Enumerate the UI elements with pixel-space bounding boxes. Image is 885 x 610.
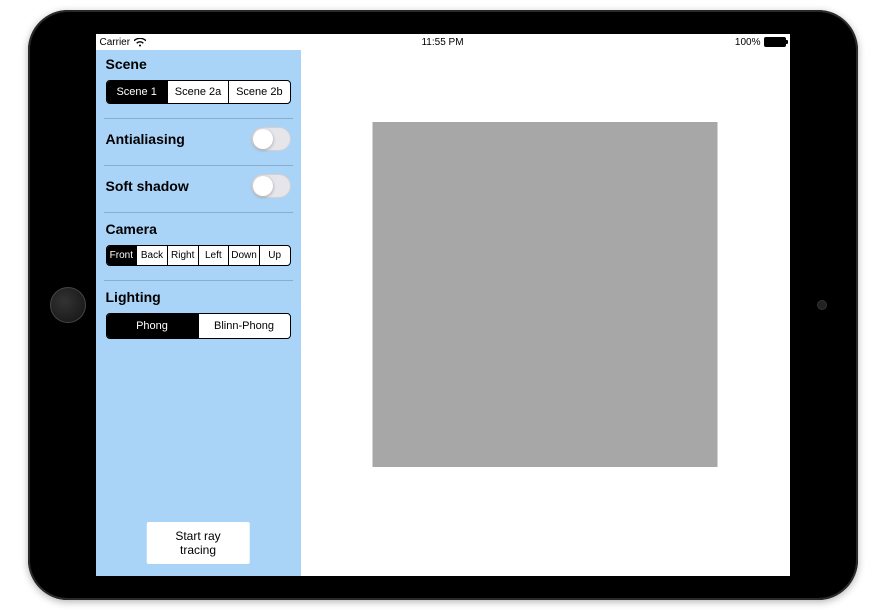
antialiasing-label: Antialiasing	[106, 131, 185, 147]
camera-down[interactable]: Down	[229, 246, 260, 265]
clock-label: 11:55 PM	[421, 37, 463, 48]
carrier-label: Carrier	[100, 37, 131, 48]
camera-title: Camera	[106, 221, 291, 237]
ipad-frame: Carrier 11:55 PM 100% Scene Scene 1	[28, 10, 858, 600]
toggle-knob-icon	[253, 129, 273, 149]
lighting-blinn-phong[interactable]: Blinn-Phong	[199, 314, 290, 338]
divider	[104, 280, 293, 281]
camera-left[interactable]: Left	[199, 246, 230, 265]
home-button-icon[interactable]	[50, 287, 86, 323]
render-output-placeholder	[373, 122, 718, 467]
lighting-segmented[interactable]: Phong Blinn-Phong	[106, 313, 291, 339]
wifi-icon	[134, 38, 146, 47]
scene-option-2a[interactable]: Scene 2a	[168, 81, 229, 103]
battery-icon	[764, 37, 786, 47]
scene-option-2b[interactable]: Scene 2b	[229, 81, 289, 103]
status-left: Carrier	[100, 37, 147, 48]
toggle-knob-icon	[253, 176, 273, 196]
canvas-area	[301, 50, 790, 576]
start-ray-tracing-button[interactable]: Start ray tracing	[147, 522, 250, 564]
scene-segmented[interactable]: Scene 1 Scene 2a Scene 2b	[106, 80, 291, 104]
app-root: Scene Scene 1 Scene 2a Scene 2b Antialia…	[96, 50, 790, 576]
camera-right[interactable]: Right	[168, 246, 199, 265]
camera-section: Camera Front Back Right Left Down Up	[106, 221, 291, 266]
camera-up[interactable]: Up	[260, 246, 290, 265]
camera-back[interactable]: Back	[137, 246, 168, 265]
soft-shadow-toggle[interactable]	[251, 174, 291, 198]
camera-segmented[interactable]: Front Back Right Left Down Up	[106, 245, 291, 266]
device-screen: Carrier 11:55 PM 100% Scene Scene 1	[96, 34, 790, 576]
battery-percent-label: 100%	[735, 37, 761, 48]
camera-front[interactable]: Front	[107, 246, 138, 265]
soft-shadow-label: Soft shadow	[106, 178, 189, 194]
antialiasing-toggle[interactable]	[251, 127, 291, 151]
front-camera-icon	[818, 301, 826, 309]
lighting-phong[interactable]: Phong	[107, 314, 199, 338]
scene-title: Scene	[106, 56, 291, 72]
settings-sidebar: Scene Scene 1 Scene 2a Scene 2b Antialia…	[96, 50, 301, 576]
scene-section: Scene Scene 1 Scene 2a Scene 2b	[106, 56, 291, 104]
status-bar: Carrier 11:55 PM 100%	[96, 34, 790, 50]
soft-shadow-row: Soft shadow	[106, 174, 291, 198]
antialiasing-row: Antialiasing	[106, 127, 291, 151]
divider	[104, 118, 293, 119]
lighting-title: Lighting	[106, 289, 291, 305]
status-right: 100%	[735, 37, 786, 48]
scene-option-1[interactable]: Scene 1	[107, 81, 168, 103]
divider	[104, 212, 293, 213]
lighting-section: Lighting Phong Blinn-Phong	[106, 289, 291, 339]
divider	[104, 165, 293, 166]
